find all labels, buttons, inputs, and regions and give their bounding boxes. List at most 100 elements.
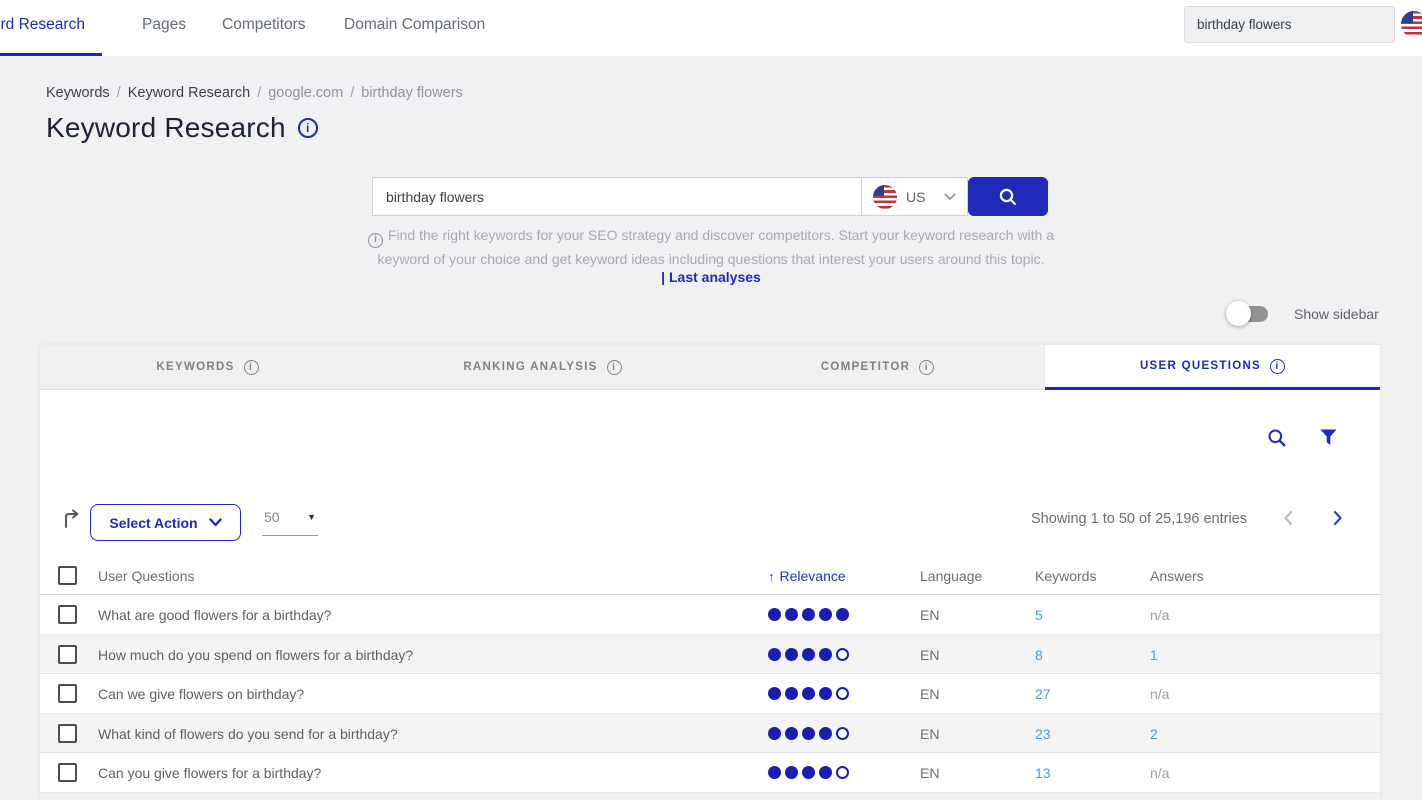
header-keywords: Keywords — [1035, 568, 1096, 584]
info-icon[interactable] — [1270, 359, 1285, 374]
pagination-prev-icon[interactable] — [1281, 508, 1295, 533]
keywords-count-link[interactable]: 23 — [1035, 726, 1051, 742]
info-icon[interactable] — [919, 360, 934, 375]
breadcrumb-separator: / — [257, 85, 261, 101]
nav-item-pages[interactable]: Pages — [142, 16, 186, 34]
us-flag-icon — [873, 185, 897, 209]
breadcrumb-keyword: birthday flowers — [361, 85, 463, 101]
tab-keywords-label: KEYWORDS — [156, 361, 234, 373]
show-sidebar-toggle-knob[interactable] — [1226, 301, 1251, 326]
show-sidebar-label: Show sidebar — [1294, 306, 1379, 322]
row-checkbox[interactable] — [58, 724, 77, 743]
table-header: User Questions Relevance Language Keywor… — [40, 557, 1380, 595]
country-code-label: US — [906, 189, 925, 205]
tab-competitor-label: COMPETITOR — [821, 361, 910, 373]
keyword-search-input[interactable] — [372, 177, 861, 216]
keywords-count-link[interactable]: 8 — [1035, 647, 1043, 663]
top-search-input[interactable] — [1184, 6, 1395, 43]
relevance-dot-filled — [819, 766, 832, 779]
tab-competitor[interactable]: COMPETITOR — [710, 345, 1045, 390]
relevance-dot-filled — [785, 766, 798, 779]
page-size-value: 50 — [264, 509, 280, 525]
tab-ranking-analysis-label: RANKING ANALYSIS — [463, 361, 597, 373]
results-panel: KEYWORDS RANKING ANALYSIS COMPETITOR USE… — [40, 345, 1380, 800]
row-checkbox[interactable] — [58, 605, 77, 624]
relevance-dots — [768, 687, 849, 700]
relevance-dot-filled — [819, 727, 832, 740]
relevance-dot-filled — [785, 608, 798, 621]
relevance-dot-outline — [836, 687, 849, 700]
nav-item-keyword-research[interactable]: Keyword Research — [0, 16, 85, 34]
relevance-dot-filled — [802, 766, 815, 779]
filter-icon[interactable] — [1320, 429, 1337, 451]
breadcrumb-keywords[interactable]: Keywords — [46, 85, 110, 101]
select-action-button[interactable]: Select Action — [90, 504, 241, 541]
relevance-dot-outline — [836, 648, 849, 661]
relevance-dot-filled — [768, 727, 781, 740]
row-checkbox[interactable] — [58, 763, 77, 782]
keywords-count-link[interactable]: 27 — [1035, 686, 1051, 702]
row-checkbox[interactable] — [58, 684, 77, 703]
table-row: What are good flowers for a birthday? EN… — [40, 595, 1380, 635]
tab-user-questions-label: USER QUESTIONS — [1140, 360, 1261, 372]
relevance-dot-filled — [836, 608, 849, 621]
question-text: What kind of flowers do you send for a b… — [98, 726, 398, 742]
search-button[interactable] — [968, 177, 1048, 216]
us-flag-icon[interactable] — [1401, 11, 1422, 37]
language-value: EN — [920, 647, 939, 663]
keywords-count-link[interactable]: 5 — [1035, 607, 1043, 623]
info-icon — [368, 233, 383, 248]
question-text: What are good flowers for a birthday? — [98, 607, 331, 623]
table-row: Can you give flowers for a birthday? EN … — [40, 753, 1380, 793]
question-text: Can we give flowers on birthday? — [98, 686, 304, 702]
relevance-dot-filled — [819, 687, 832, 700]
language-value: EN — [920, 726, 939, 742]
question-text: How much do you spend on flowers for a b… — [98, 647, 413, 663]
relevance-dot-filled — [802, 648, 815, 661]
table-row: How much do you spend on flowers for a b… — [40, 635, 1380, 675]
language-value: EN — [920, 765, 939, 781]
select-all-checkbox[interactable] — [58, 566, 77, 585]
page-title: Keyword Research — [46, 112, 318, 144]
relevance-dot-filled — [785, 687, 798, 700]
showing-entries-text: Showing 1 to 50 of 25,196 entries — [1031, 511, 1247, 527]
question-text: Can you give flowers for a birthday? — [98, 765, 321, 781]
relevance-dots — [768, 608, 849, 621]
relevance-dot-filled — [785, 648, 798, 661]
last-analyses-link[interactable]: | Last analyses — [361, 269, 1061, 285]
nav-item-competitors[interactable]: Competitors — [222, 16, 306, 34]
tool-description: Find the right keywords for your SEO str… — [361, 224, 1061, 270]
sort-arrow-up-icon — [768, 568, 775, 584]
row-checkbox[interactable] — [58, 645, 77, 664]
tab-user-questions[interactable]: USER QUESTIONS — [1045, 345, 1380, 390]
breadcrumb-keyword-research[interactable]: Keyword Research — [128, 85, 251, 101]
page-title-info-icon[interactable] — [298, 118, 318, 138]
info-icon[interactable] — [244, 360, 259, 375]
nav-item-domain-comparison[interactable]: Domain Comparison — [344, 16, 485, 34]
export-icon[interactable] — [62, 509, 83, 535]
breadcrumb-domain[interactable]: google.com — [268, 85, 343, 101]
tool-description-text: Find the right keywords for your SEO str… — [378, 227, 1055, 267]
pagination-next-icon[interactable] — [1331, 508, 1345, 533]
info-icon[interactable] — [607, 360, 622, 375]
tab-keywords[interactable]: KEYWORDS — [40, 345, 375, 390]
table-row: Can we give flowers on birthday? EN 27 n… — [40, 674, 1380, 714]
header-answers: Answers — [1150, 568, 1204, 584]
relevance-dot-filled — [802, 687, 815, 700]
answers-value: n/a — [1150, 765, 1169, 781]
table-body: What are good flowers for a birthday? EN… — [40, 595, 1380, 793]
tab-ranking-analysis[interactable]: RANKING ANALYSIS — [375, 345, 710, 390]
country-selector[interactable]: US — [861, 177, 968, 216]
page-size-select[interactable]: 50 ▼ — [262, 508, 318, 536]
relevance-dot-filled — [768, 648, 781, 661]
header-relevance[interactable]: Relevance — [768, 568, 846, 584]
relevance-dot-outline — [836, 727, 849, 740]
chevron-down-icon — [209, 518, 222, 527]
answers-count-link[interactable]: 1 — [1150, 647, 1158, 663]
answers-count-link[interactable]: 2 — [1150, 726, 1158, 742]
table-search-icon[interactable] — [1267, 428, 1287, 453]
keywords-count-link[interactable]: 13 — [1035, 765, 1051, 781]
relevance-dot-filled — [768, 766, 781, 779]
chevron-down-icon — [944, 193, 956, 201]
relevance-dot-filled — [819, 648, 832, 661]
